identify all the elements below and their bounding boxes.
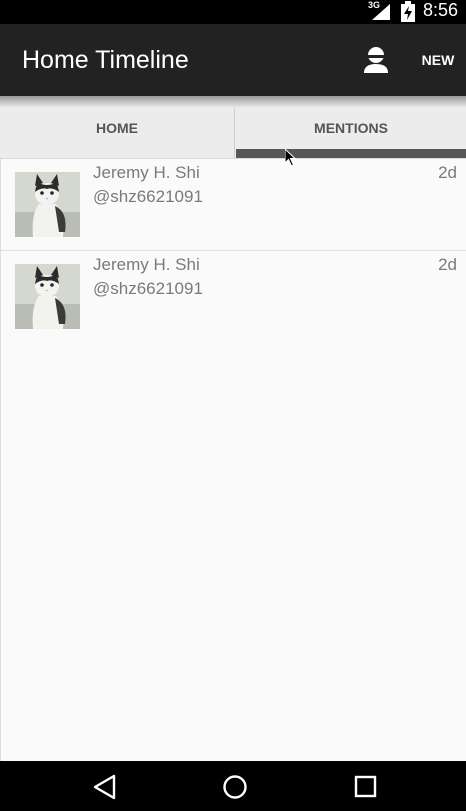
recents-icon[interactable] [345, 772, 385, 802]
clock: 8:56 [423, 0, 459, 20]
page-title: Home Timeline [22, 46, 189, 74]
tab-home[interactable]: HOME [0, 108, 235, 158]
cat-photo-icon [15, 172, 80, 237]
profile-icon[interactable] [361, 45, 391, 75]
status-bar: 3G 8:56 [0, 0, 466, 24]
tweet-timestamp: 2d [438, 163, 457, 182]
avatar[interactable] [15, 264, 80, 329]
action-bar-shadow [0, 96, 466, 108]
tweet-author-name: Jeremy H. Shi [93, 163, 200, 182]
home-icon[interactable] [215, 772, 255, 802]
tweet-timestamp: 2d [438, 255, 457, 274]
tweet-author-handle: @shz6621091 [93, 279, 203, 298]
list-item[interactable]: Jeremy H. Shi @shz6621091 2d [1, 251, 466, 343]
tweet-author-name: Jeremy H. Shi [93, 255, 200, 274]
back-icon[interactable] [85, 772, 125, 802]
cat-photo-icon [15, 264, 80, 329]
tweet-author-handle: @shz6621091 [93, 187, 203, 206]
timeline-list[interactable]: Jeremy H. Shi @shz6621091 2d Jeremy H. S… [0, 159, 466, 761]
signal-icon [372, 4, 390, 20]
action-bar: Home Timeline NEW [0, 24, 466, 96]
new-tweet-button[interactable]: NEW [410, 42, 466, 78]
navigation-bar [0, 761, 466, 811]
mouse-pointer-icon [285, 149, 297, 167]
list-item[interactable]: Jeremy H. Shi @shz6621091 2d [1, 159, 466, 251]
avatar[interactable] [15, 172, 80, 237]
tab-indicator [236, 149, 466, 158]
battery-icon [401, 1, 415, 22]
